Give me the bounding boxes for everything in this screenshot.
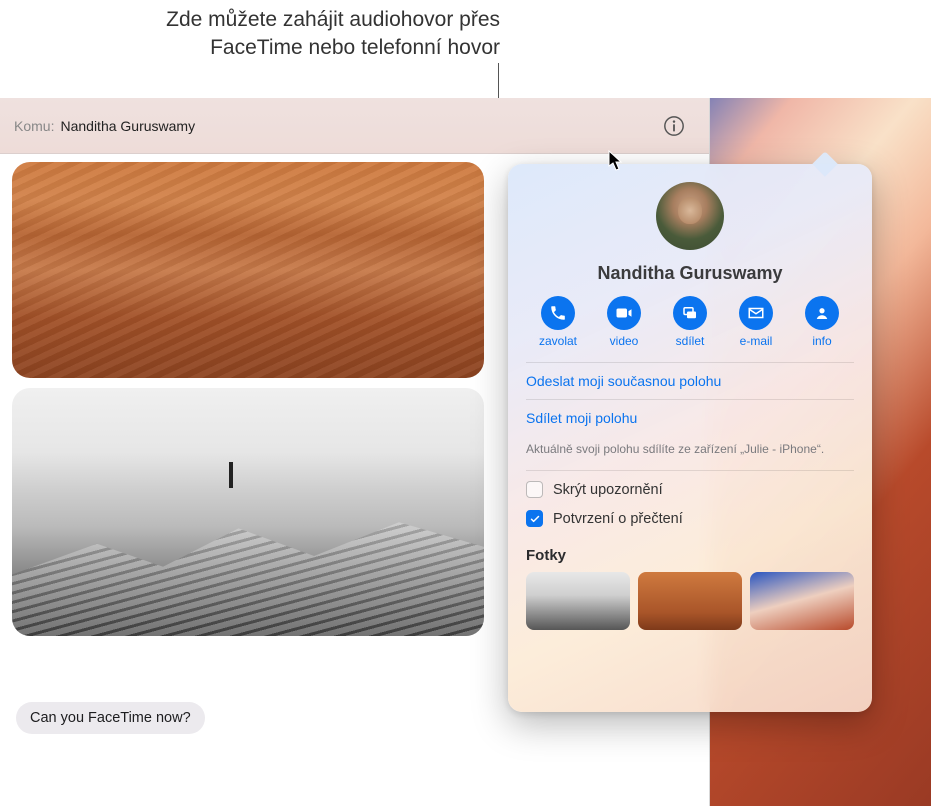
hide-alerts-row[interactable]: Skrýt upozornění bbox=[526, 471, 854, 500]
video-button[interactable]: video bbox=[594, 296, 654, 348]
call-button[interactable]: zavolat bbox=[528, 296, 588, 348]
photo-thumb-1[interactable] bbox=[526, 572, 630, 630]
info-icon bbox=[663, 115, 685, 137]
share-my-location-link[interactable]: Sdílet moji polohu bbox=[526, 399, 854, 436]
details-info-button[interactable] bbox=[663, 115, 685, 137]
checkmark-icon bbox=[529, 513, 541, 525]
incoming-message-bubble[interactable]: Can you FaceTime now? bbox=[16, 702, 205, 734]
location-sharing-note: Aktuálně svoji polohu sdílíte ze zařízen… bbox=[526, 436, 854, 471]
to-label: Komu: bbox=[14, 118, 54, 134]
send-current-location-link[interactable]: Odeslat moji současnou polohu bbox=[526, 362, 854, 399]
email-button[interactable]: e-mail bbox=[726, 296, 786, 348]
contact-name: Nanditha Guruswamy bbox=[526, 263, 854, 284]
phone-icon bbox=[549, 304, 567, 322]
image-message-1[interactable] bbox=[12, 162, 484, 378]
recipient-name: Nanditha Guruswamy bbox=[60, 118, 195, 134]
read-receipts-row[interactable]: Potvrzení o přečtení bbox=[526, 500, 854, 529]
call-label: zavolat bbox=[539, 334, 577, 348]
photo-thumb-3[interactable] bbox=[750, 572, 854, 630]
video-label: video bbox=[610, 334, 639, 348]
avatar-container bbox=[526, 182, 854, 255]
mail-icon bbox=[747, 304, 765, 322]
details-popover: Nanditha Guruswamy zavolat video sdílet … bbox=[508, 164, 872, 712]
hide-alerts-checkbox[interactable] bbox=[526, 481, 543, 498]
photo-thumb-2[interactable] bbox=[638, 572, 742, 630]
person-icon bbox=[813, 304, 831, 322]
contact-avatar[interactable] bbox=[656, 182, 724, 250]
hide-alerts-label: Skrýt upozornění bbox=[553, 482, 663, 498]
share-screen-button[interactable]: sdílet bbox=[660, 296, 720, 348]
annotation-line2: FaceTime nebo telefonní hovor bbox=[60, 34, 500, 62]
share-screen-icon bbox=[681, 304, 699, 322]
info-label: info bbox=[812, 334, 831, 348]
photos-thumbnails bbox=[526, 572, 854, 630]
annotation-callout: Zde můžete zahájit audiohovor přes FaceT… bbox=[60, 6, 500, 63]
photos-section-title: Fotky bbox=[526, 547, 854, 564]
share-label: sdílet bbox=[676, 334, 705, 348]
video-icon bbox=[615, 304, 633, 322]
image-message-2[interactable] bbox=[12, 388, 484, 636]
annotation-line1: Zde můžete zahájit audiohovor přes bbox=[60, 6, 500, 34]
messages-titlebar: Komu: Nanditha Guruswamy bbox=[0, 98, 709, 154]
read-receipts-checkbox[interactable] bbox=[526, 510, 543, 527]
email-label: e-mail bbox=[740, 334, 773, 348]
read-receipts-label: Potvrzení o přečtení bbox=[553, 511, 683, 527]
contact-info-button[interactable]: info bbox=[792, 296, 852, 348]
contact-actions-row: zavolat video sdílet e-mail info bbox=[526, 296, 854, 348]
